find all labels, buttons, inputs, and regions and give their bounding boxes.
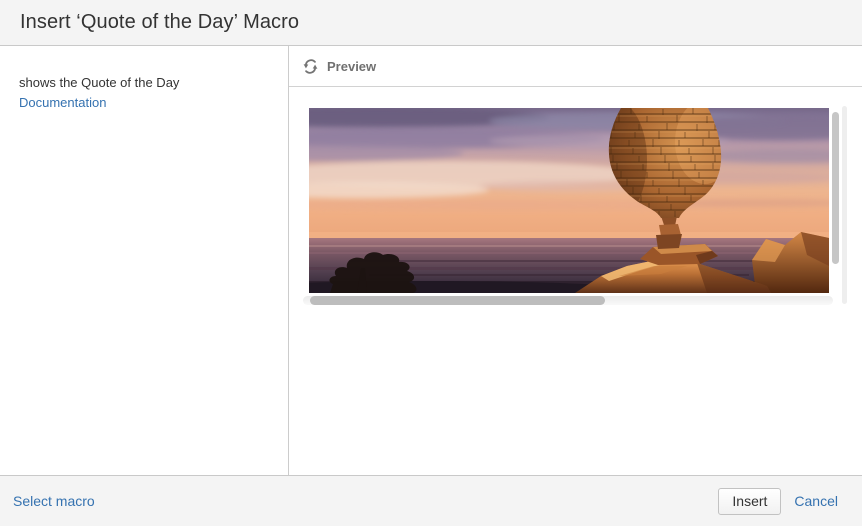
cancel-link[interactable]: Cancel [794, 493, 838, 509]
dialog-footer: Select macro Insert Cancel [0, 475, 862, 526]
vertical-scrollbar-thumb[interactable] [832, 112, 839, 264]
macro-description: shows the Quote of the Day [19, 73, 270, 93]
horizontal-scrollbar-thumb[interactable] [310, 296, 605, 305]
vertical-scrollbar-track[interactable] [842, 106, 847, 304]
select-macro-link[interactable]: Select macro [13, 493, 95, 509]
dialog-title: Insert ‘Quote of the Day’ Macro [20, 11, 299, 34]
refresh-icon[interactable] [301, 57, 319, 75]
preview-panel: Preview [289, 46, 862, 475]
preview-image [309, 108, 829, 293]
dialog-titlebar: Insert ‘Quote of the Day’ Macro [0, 0, 862, 46]
horizontal-scrollbar-track[interactable] [303, 296, 833, 305]
documentation-link[interactable]: Documentation [19, 93, 106, 113]
preview-label: Preview [327, 59, 376, 74]
preview-header: Preview [289, 46, 862, 87]
macro-info-panel: shows the Quote of the Day Documentation [0, 46, 288, 475]
insert-button[interactable]: Insert [718, 488, 781, 515]
macro-dialog: Insert ‘Quote of the Day’ Macro shows th… [0, 0, 862, 526]
